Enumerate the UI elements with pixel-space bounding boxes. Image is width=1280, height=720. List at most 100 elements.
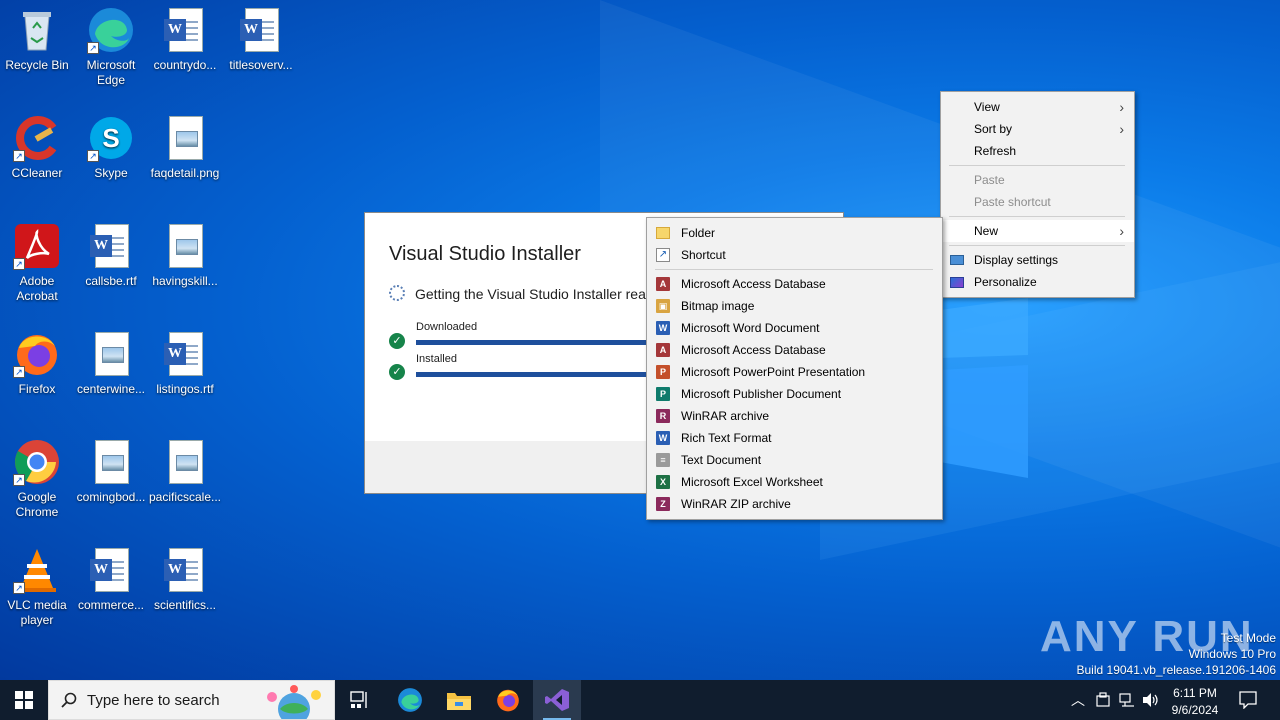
volume-icon bbox=[1143, 693, 1158, 707]
desktop-icon-callsbe[interactable]: W callsbe.rtf bbox=[74, 222, 148, 289]
word-icon: W bbox=[656, 321, 670, 335]
menu-item-refresh[interactable]: Refresh bbox=[941, 140, 1134, 162]
new-item-folder[interactable]: Folder bbox=[647, 222, 942, 244]
desktop[interactable]: Recycle Bin ↗ Microsoft Edge W countrydo… bbox=[0, 0, 1280, 680]
desktop-icon-label: Adobe Acrobat bbox=[16, 274, 58, 303]
new-item-word[interactable]: W Microsoft Word Document bbox=[647, 317, 942, 339]
chevron-up-icon: ︿ bbox=[1071, 692, 1085, 708]
task-view-button[interactable] bbox=[336, 680, 384, 720]
desktop-icon-chrome[interactable]: ↗ Google Chrome bbox=[0, 438, 74, 520]
desktop-icon-skype[interactable]: S ↗ Skype bbox=[74, 114, 148, 181]
build-text: Build 19041.vb_release.191206-1406 bbox=[1076, 663, 1277, 677]
desktop-icon-label: commerce... bbox=[77, 598, 144, 612]
vlc-icon: ↗ bbox=[13, 546, 61, 594]
new-item-excel[interactable]: X Microsoft Excel Worksheet bbox=[647, 471, 942, 493]
chrome-icon: ↗ bbox=[13, 438, 61, 486]
new-submenu[interactable]: Folder ↗ Shortcut A Microsoft Access Data… bbox=[646, 217, 943, 520]
menu-item-label: Rich Text Format bbox=[681, 431, 772, 445]
new-item-rtf[interactable]: W Rich Text Format bbox=[647, 427, 942, 449]
word-doc-icon: W bbox=[87, 546, 135, 594]
desktop-icon-firefox[interactable]: ↗ Firefox bbox=[0, 330, 74, 397]
word-doc-icon: W bbox=[161, 6, 209, 54]
menu-item-display-settings[interactable]: Display settings bbox=[941, 249, 1134, 271]
word-doc-icon: W bbox=[87, 222, 135, 270]
desktop-icon-edge[interactable]: ↗ Microsoft Edge bbox=[74, 6, 148, 88]
menu-item-label: Microsoft Access Database bbox=[681, 277, 826, 291]
shortcut-arrow-icon: ↗ bbox=[87, 42, 99, 54]
image-file-icon bbox=[87, 330, 135, 378]
menu-item-view[interactable]: View › bbox=[941, 96, 1134, 118]
desktop-icon-centerwine[interactable]: centerwine... bbox=[74, 330, 148, 397]
new-item-text-doc[interactable]: ≡ Text Document bbox=[647, 449, 942, 471]
installer-status-text: Getting the Visual Studio Installer read… bbox=[415, 286, 664, 302]
desktop-icon-pacificscale[interactable]: pacificscale... bbox=[148, 438, 222, 505]
new-item-bitmap[interactable]: ▣ Bitmap image bbox=[647, 295, 942, 317]
menu-item-label: Refresh bbox=[974, 144, 1017, 158]
menu-item-personalize[interactable]: Personalize bbox=[941, 271, 1134, 293]
desktop-icon-label: Microsoft Edge bbox=[86, 58, 136, 87]
access-icon: A bbox=[656, 343, 670, 357]
menu-item-label: WinRAR ZIP archive bbox=[681, 497, 791, 511]
tray-app-icon[interactable] bbox=[1092, 680, 1114, 720]
image-file-icon bbox=[161, 438, 209, 486]
firefox-icon bbox=[497, 689, 519, 712]
notifications-button[interactable] bbox=[1232, 680, 1264, 720]
menu-separator bbox=[949, 165, 1125, 166]
desktop-icon-havingskill[interactable]: havingskill... bbox=[148, 222, 222, 289]
acrobat-icon: ↗ bbox=[13, 222, 61, 270]
taskbar-firefox[interactable] bbox=[484, 680, 532, 720]
menu-item-label: Paste shortcut bbox=[974, 195, 1051, 209]
excel-icon: X bbox=[656, 475, 670, 489]
search-highlight-icon bbox=[267, 685, 321, 719]
show-hidden-icons-button[interactable]: ︿ bbox=[1068, 680, 1088, 720]
taskbar-clock[interactable]: 6:11 PM 9/6/2024 bbox=[1166, 680, 1224, 720]
installed-label: Installed bbox=[416, 353, 457, 365]
menu-item-sort-by[interactable]: Sort by › bbox=[941, 118, 1134, 140]
new-item-winrar-zip[interactable]: Z WinRAR ZIP archive bbox=[647, 493, 942, 515]
new-item-powerpoint[interactable]: P Microsoft PowerPoint Presentation bbox=[647, 361, 942, 383]
desktop-icon-vlc[interactable]: ↗ VLC media player bbox=[0, 546, 74, 628]
taskbar-visual-studio-installer[interactable] bbox=[533, 680, 581, 720]
new-item-publisher[interactable]: P Microsoft Publisher Document bbox=[647, 383, 942, 405]
desktop-icon-recycle-bin[interactable]: Recycle Bin bbox=[0, 6, 74, 73]
menu-item-label: Sort by bbox=[974, 122, 1013, 136]
text-doc-icon: ≡ bbox=[656, 453, 670, 467]
installer-title: Visual Studio Installer bbox=[389, 243, 581, 265]
network-button[interactable] bbox=[1116, 680, 1138, 720]
word-doc-icon: W bbox=[237, 6, 285, 54]
desktop-icon-faqdetail[interactable]: faqdetail.png bbox=[148, 114, 222, 181]
edge-icon: ↗ bbox=[87, 6, 135, 54]
desktop-icon-titlesoverv[interactable]: W titlesoverv... bbox=[224, 6, 298, 73]
shortcut-arrow-icon: ↗ bbox=[13, 474, 25, 486]
folder-icon bbox=[447, 693, 471, 710]
menu-item-label: Text Document bbox=[681, 453, 762, 467]
desktop-icon-comingbod[interactable]: comingbod... bbox=[74, 438, 148, 505]
desktop-icon-label: CCleaner bbox=[11, 166, 63, 180]
taskbar-search-box[interactable]: Type here to search bbox=[48, 680, 335, 720]
desktop-icon-ccleaner[interactable]: ↗ CCleaner bbox=[0, 114, 74, 181]
desktop-icon-acrobat[interactable]: ↗ Adobe Acrobat bbox=[0, 222, 74, 304]
new-item-access[interactable]: A Microsoft Access Database bbox=[647, 273, 942, 295]
desktop-icon-commerce[interactable]: W commerce... bbox=[74, 546, 148, 613]
security-tray-icon bbox=[1096, 692, 1110, 707]
menu-item-new[interactable]: New › bbox=[941, 220, 1134, 242]
desktop-icon-scientifics[interactable]: W scientifics... bbox=[148, 546, 222, 613]
winrar-icon: R bbox=[656, 409, 670, 423]
menu-item-paste: Paste bbox=[941, 169, 1134, 191]
desktop-icon-countrydo[interactable]: W countrydo... bbox=[148, 6, 222, 73]
desktop-icon-label: comingbod... bbox=[76, 490, 146, 504]
taskbar-file-explorer[interactable] bbox=[435, 680, 483, 720]
start-button[interactable] bbox=[0, 680, 48, 720]
new-item-winrar[interactable]: R WinRAR archive bbox=[647, 405, 942, 427]
new-item-access[interactable]: A Microsoft Access Database bbox=[647, 339, 942, 361]
clock-date: 9/6/2024 bbox=[1171, 702, 1219, 717]
new-item-shortcut[interactable]: ↗ Shortcut bbox=[647, 244, 942, 266]
desktop-context-menu[interactable]: View › Sort by › Refresh Paste Paste short… bbox=[940, 91, 1135, 298]
desktop-icon-listingos[interactable]: W listingos.rtf bbox=[148, 330, 222, 397]
volume-button[interactable] bbox=[1140, 680, 1162, 720]
shortcut-arrow-icon: ↗ bbox=[13, 366, 25, 378]
menu-item-label: Microsoft Word Document bbox=[681, 321, 820, 335]
ccleaner-icon: ↗ bbox=[13, 114, 61, 162]
taskbar-edge[interactable] bbox=[386, 680, 434, 720]
bitmap-icon: ▣ bbox=[656, 299, 670, 313]
